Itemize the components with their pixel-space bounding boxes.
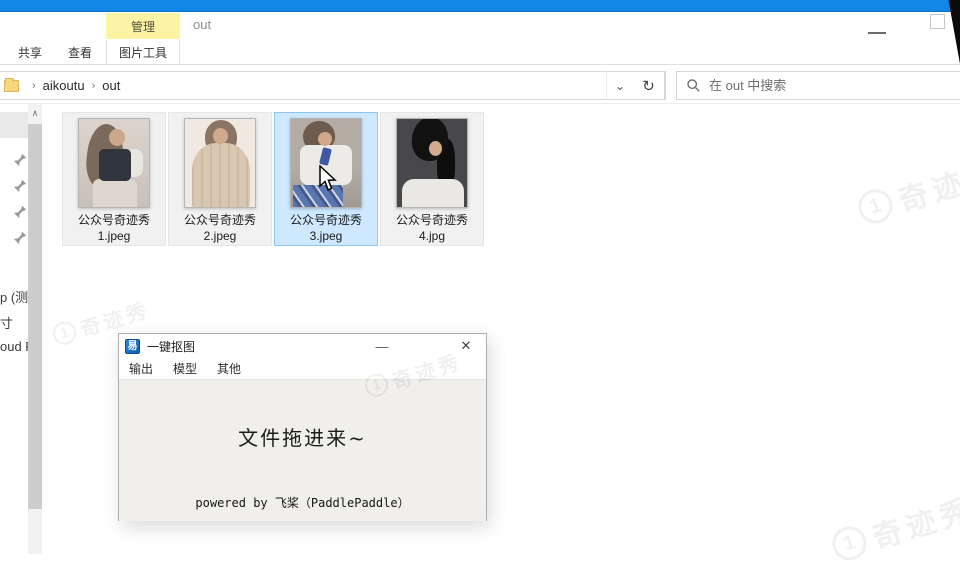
menu-output[interactable]: 输出 bbox=[119, 360, 163, 377]
nav-pane-highlight bbox=[0, 112, 28, 138]
breadcrumb-separator-icon: › bbox=[91, 79, 96, 92]
file-label: 公众号奇迹秀 3.jpeg bbox=[289, 213, 362, 243]
dialog-close-button[interactable]: ✕ bbox=[453, 334, 479, 358]
cutout-dialog: 易 一键抠图 — ✕ 输出 模型 其他 文件拖进来~ powered by 飞桨… bbox=[118, 333, 487, 521]
window-title: out bbox=[193, 17, 212, 32]
drop-hint-text: 文件拖进来~ bbox=[238, 426, 367, 450]
tab-share[interactable]: 共享 bbox=[8, 40, 52, 65]
drop-zone[interactable]: 文件拖进来~ powered by 飞桨（PaddlePaddle） bbox=[119, 380, 486, 521]
scrollbar-thumb[interactable] bbox=[28, 124, 42, 509]
file-tile-2[interactable]: 公众号奇迹秀 2.jpeg bbox=[168, 112, 272, 246]
file-tile-4[interactable]: 公众号奇迹秀 4.jpg bbox=[380, 112, 484, 246]
explorer-titlebar: 管理 out 共享 查看 图片工具 bbox=[0, 12, 960, 65]
powered-by-text: powered by 飞桨（PaddlePaddle） bbox=[195, 496, 410, 510]
folder-icon bbox=[4, 78, 19, 92]
address-row: › aikoutu › out ⌄ ↻ bbox=[0, 65, 960, 104]
nav-item-clipped[interactable]: p (测 bbox=[0, 287, 28, 306]
mouse-cursor-icon bbox=[319, 165, 337, 192]
scroll-up-icon[interactable]: ∧ bbox=[28, 104, 42, 122]
breadcrumb-item-out[interactable]: out bbox=[102, 78, 120, 93]
dialog-titlebar[interactable]: 易 一键抠图 — ✕ bbox=[119, 334, 486, 358]
maximize-button[interactable] bbox=[930, 14, 945, 29]
tab-manage[interactable]: 管理 bbox=[106, 13, 180, 39]
thumbnail-image-4 bbox=[396, 118, 468, 208]
search-box[interactable] bbox=[676, 71, 960, 100]
file-label: 公众号奇迹秀 4.jpg bbox=[395, 213, 468, 243]
menu-other[interactable]: 其他 bbox=[207, 360, 251, 377]
search-icon bbox=[687, 79, 700, 92]
thumbnail-image-2 bbox=[184, 118, 256, 208]
window-top-accent-bar bbox=[0, 0, 960, 12]
nav-scrollbar[interactable]: ∧ bbox=[28, 104, 42, 554]
address-dropdown-button[interactable]: ⌄ bbox=[606, 71, 633, 100]
watermark-logo-icon: 1 bbox=[854, 185, 897, 228]
app-logo-icon: 易 bbox=[125, 338, 140, 354]
thumbnail-image-1 bbox=[78, 118, 150, 208]
dialog-title: 一键抠图 bbox=[147, 339, 196, 354]
search-input[interactable] bbox=[709, 78, 939, 93]
pin-icon[interactable] bbox=[13, 231, 27, 245]
tab-view[interactable]: 查看 bbox=[58, 40, 102, 65]
watermark: 1 奇迹秀 bbox=[827, 485, 960, 569]
breadcrumb-item-aikoutu[interactable]: aikoutu bbox=[43, 78, 85, 93]
menu-model[interactable]: 模型 bbox=[163, 360, 207, 377]
thumbnail-image-3 bbox=[290, 118, 362, 208]
nav-item-clipped[interactable]: 寸 bbox=[0, 313, 13, 332]
pin-icon[interactable] bbox=[13, 179, 27, 193]
watermark: 1 奇迹秀 bbox=[853, 148, 960, 233]
tab-picture-tools[interactable]: 图片工具 bbox=[106, 40, 180, 65]
chevron-down-icon: ⌄ bbox=[614, 78, 626, 93]
watermark-logo-icon: 1 bbox=[50, 318, 80, 348]
watermark-logo-icon: 1 bbox=[828, 522, 871, 565]
file-tile-1[interactable]: 公众号奇迹秀 1.jpeg bbox=[62, 112, 166, 246]
dialog-menubar: 输出 模型 其他 bbox=[119, 358, 486, 380]
dialog-minimize-button[interactable]: — bbox=[369, 334, 395, 358]
address-bar[interactable]: › aikoutu › out bbox=[0, 71, 666, 100]
minimize-button[interactable] bbox=[868, 22, 886, 34]
file-label: 公众号奇迹秀 2.jpeg bbox=[183, 213, 256, 243]
pin-icon[interactable] bbox=[13, 205, 27, 219]
file-label: 公众号奇迹秀 1.jpeg bbox=[77, 213, 150, 243]
refresh-icon: ↻ bbox=[642, 77, 655, 95]
refresh-button[interactable]: ↻ bbox=[633, 71, 665, 100]
pin-icon[interactable] bbox=[13, 153, 27, 167]
breadcrumb-separator-icon: › bbox=[32, 79, 36, 92]
